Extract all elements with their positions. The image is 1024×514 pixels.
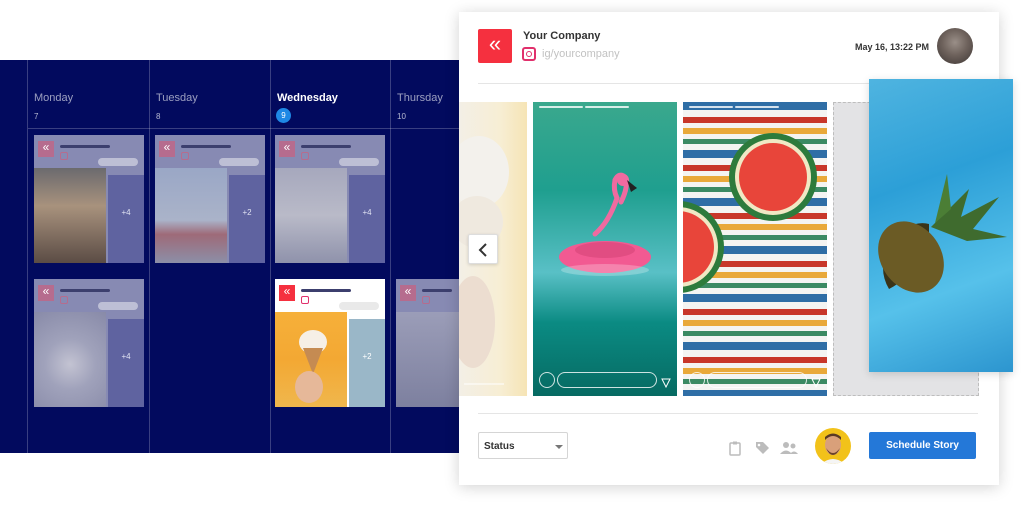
tag-icon[interactable] — [754, 440, 770, 456]
story-card[interactable]: +2 — [155, 135, 265, 263]
day-name: Wednesday — [277, 92, 338, 104]
story-thumbnail — [155, 168, 227, 263]
calendar-week-view: Monday 7 Tuesday 8 Wednesday 9 Thursday … — [0, 60, 462, 453]
story-thumbnail — [34, 168, 106, 263]
story-card[interactable]: +4 — [34, 279, 144, 407]
more-thumbnails — [349, 175, 385, 263]
status-pill — [339, 302, 379, 310]
more-count: +2 — [362, 352, 372, 361]
day-name: Tuesday — [156, 92, 198, 104]
send-icon[interactable] — [811, 378, 821, 388]
camera-icon[interactable] — [539, 372, 555, 388]
status-pill — [339, 158, 379, 166]
instagram-icon — [301, 296, 309, 304]
story-thumbnail — [275, 312, 347, 407]
more-count: +4 — [121, 352, 131, 361]
more-thumbnails — [229, 175, 265, 263]
chevron-left-icon — [478, 243, 487, 257]
more-thumbnails — [349, 319, 385, 407]
instagram-icon — [522, 47, 536, 61]
avatar[interactable] — [937, 28, 973, 64]
camera-icon[interactable] — [689, 372, 705, 388]
more-count: +4 — [362, 208, 372, 217]
story-card[interactable]: +4 — [34, 135, 144, 263]
reply-input[interactable] — [557, 372, 657, 388]
person-illustration — [821, 433, 845, 464]
status-pill — [98, 302, 138, 310]
logo-icon — [400, 284, 416, 301]
more-count: +4 — [121, 208, 131, 217]
day-number: 7 — [34, 112, 39, 121]
card-title-line — [60, 145, 110, 148]
story-thumbnail — [34, 312, 106, 407]
pineapple-illustration — [878, 174, 1007, 293]
more-thumbnails — [108, 175, 144, 263]
brand-logo-icon: « — [478, 29, 512, 63]
instagram-icon — [301, 152, 309, 160]
schedule-story-button[interactable]: Schedule Story — [869, 432, 976, 459]
day-number-today: 9 — [276, 108, 291, 123]
post-date: May 16, 13:22 PM — [855, 42, 930, 52]
instagram-icon — [181, 152, 189, 160]
story-card[interactable] — [396, 279, 462, 407]
story-thumbnail — [275, 168, 347, 263]
assignee-avatar[interactable] — [815, 428, 851, 464]
day-number: 10 — [397, 112, 406, 121]
flamingo-illustration — [559, 172, 651, 276]
company-name: Your Company — [523, 30, 601, 42]
people-icon[interactable] — [779, 440, 799, 456]
story-card-selected[interactable]: +2 — [275, 279, 385, 407]
story-thumbnail — [396, 312, 462, 407]
instagram-icon — [60, 152, 68, 160]
status-select-label: Status — [484, 441, 515, 452]
day-number: 8 — [156, 112, 161, 121]
caret-down-icon — [555, 445, 563, 449]
card-title-line — [181, 145, 231, 148]
clipboard-icon[interactable] — [727, 440, 743, 456]
card-title-line — [60, 289, 110, 292]
card-title-line — [422, 289, 452, 292]
story-slide-pineapple-dragging[interactable] — [869, 79, 1013, 372]
card-title-line — [301, 289, 351, 292]
logo-icon — [279, 140, 295, 157]
previous-story-button[interactable] — [468, 234, 498, 264]
day-name: Thursday — [397, 92, 443, 104]
status-pill — [98, 158, 138, 166]
day-name: Monday — [34, 92, 74, 104]
header-divider — [28, 128, 462, 129]
instagram-icon — [422, 296, 430, 304]
instagram-icon — [60, 296, 68, 304]
logo-icon — [38, 140, 54, 157]
more-thumbnails — [108, 319, 144, 407]
send-icon[interactable] — [661, 378, 671, 388]
story-card[interactable]: +4 — [275, 135, 385, 263]
watermelon-illustration — [683, 133, 817, 293]
logo-icon — [159, 140, 175, 157]
logo-icon — [38, 284, 54, 301]
ice-cream-illustration — [295, 330, 327, 403]
card-title-line — [301, 145, 351, 148]
status-pill — [219, 158, 259, 166]
story-slide-flamingo[interactable] — [533, 102, 677, 396]
story-slide-watermelon[interactable] — [683, 102, 827, 396]
divider — [478, 413, 978, 414]
reply-input[interactable] — [707, 372, 807, 388]
more-count: +2 — [242, 208, 252, 217]
instagram-handle: ig/yourcompany — [542, 48, 620, 60]
logo-icon — [279, 284, 295, 301]
status-select[interactable]: Status — [478, 432, 568, 459]
